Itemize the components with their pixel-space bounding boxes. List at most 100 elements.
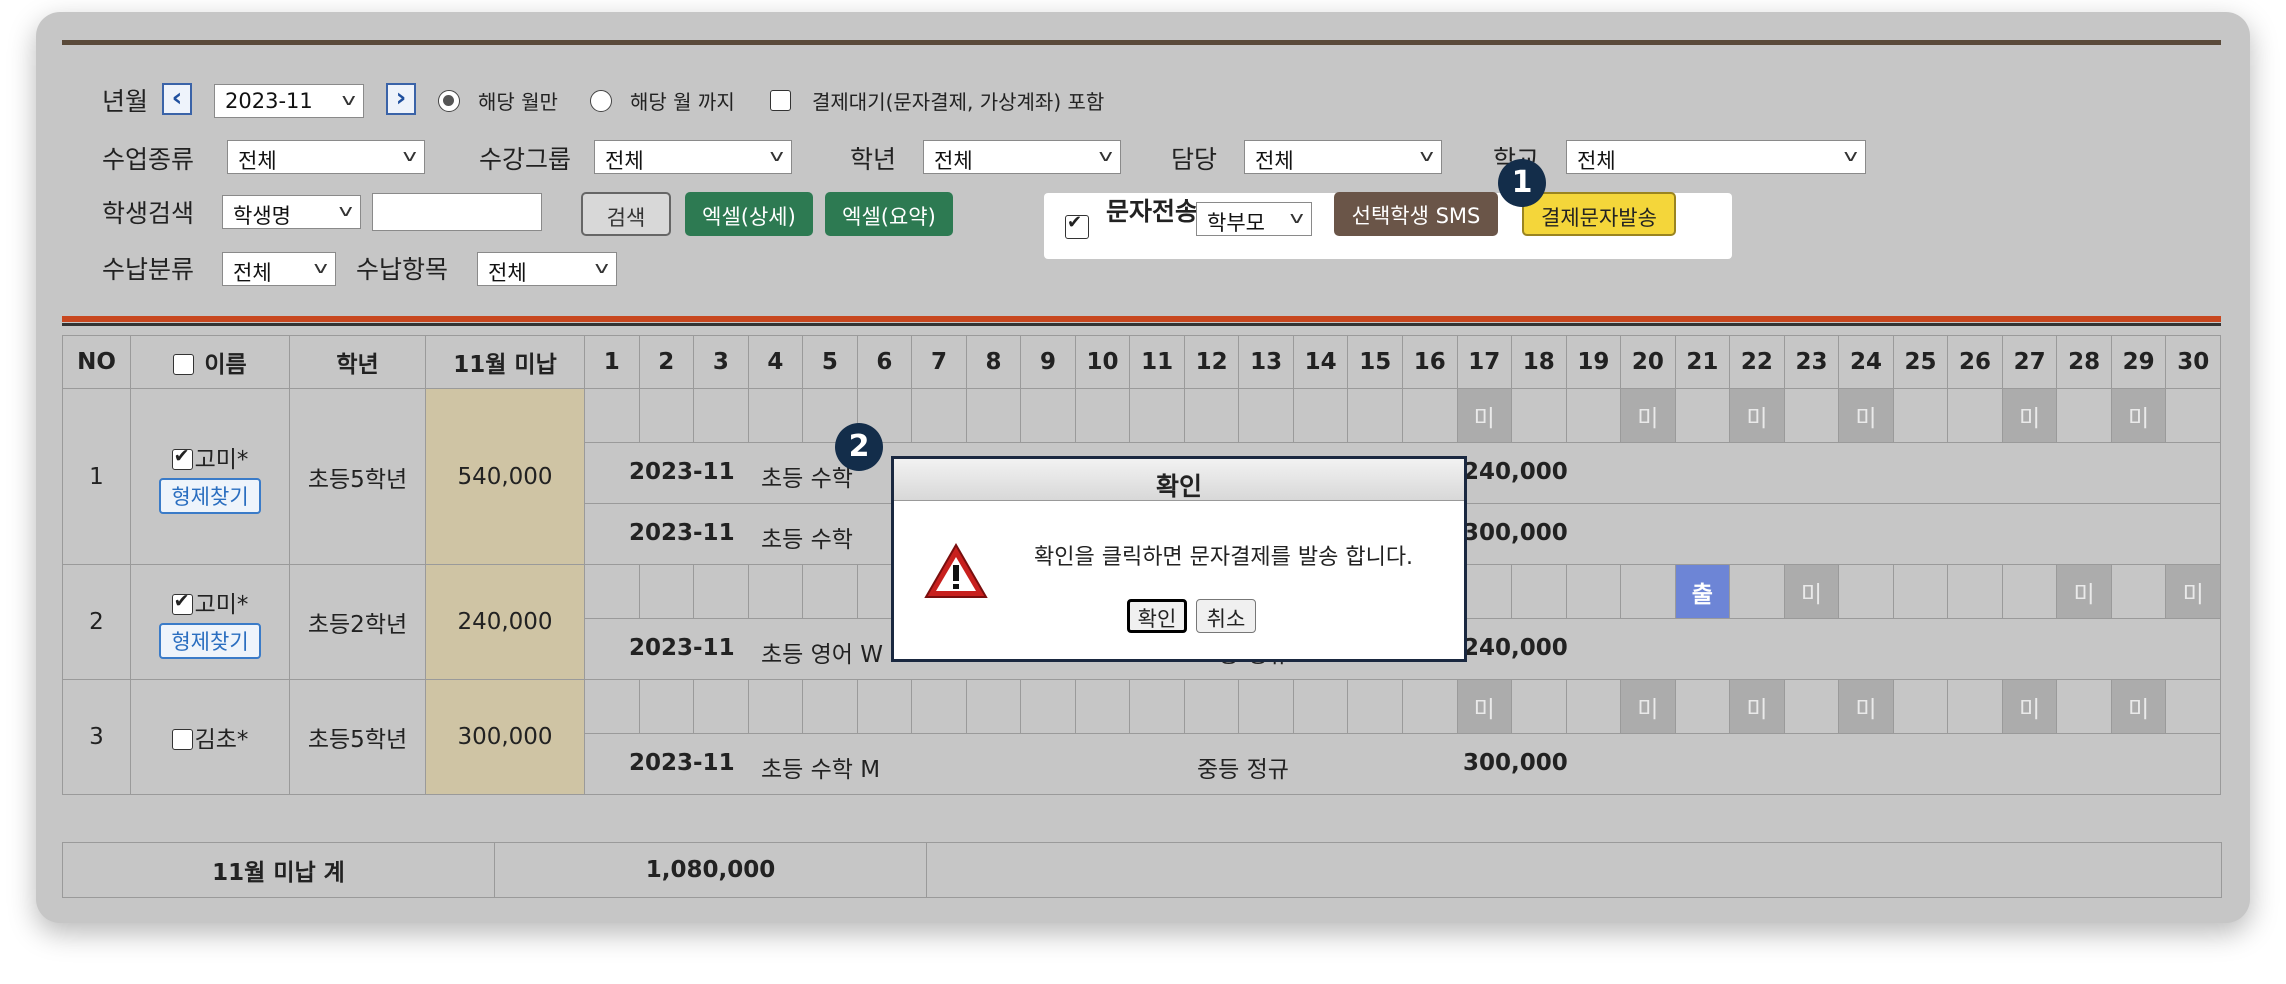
day-cell[interactable] xyxy=(1020,679,1076,734)
pending-checkbox[interactable] xyxy=(770,90,791,111)
day-status-cell[interactable]: 미 xyxy=(1838,679,1894,734)
dialog-ok-button[interactable]: 확인 xyxy=(1127,599,1187,633)
day-status-cell[interactable]: 미 xyxy=(1729,679,1785,734)
day-cell[interactable] xyxy=(1401,679,1458,734)
search-button[interactable]: 검색 xyxy=(581,192,671,236)
payment-item-select[interactable]: 전체 v xyxy=(477,252,617,286)
day-cell[interactable] xyxy=(1074,388,1131,443)
day-cell[interactable] xyxy=(1511,564,1567,619)
day-cell[interactable] xyxy=(2001,564,2058,619)
manager-select[interactable]: 전체 v xyxy=(1244,140,1442,174)
day-cell[interactable] xyxy=(1238,388,1294,443)
selected-student-sms-button[interactable]: 선택학생 SMS xyxy=(1334,192,1498,236)
group-select[interactable]: 전체 v xyxy=(594,140,792,174)
day-cell[interactable] xyxy=(2165,388,2221,443)
day-cell[interactable] xyxy=(1565,564,1622,619)
day-cell[interactable] xyxy=(1183,679,1240,734)
select-all-checkbox[interactable] xyxy=(173,354,195,375)
day-cell[interactable] xyxy=(1347,388,1403,443)
day-status-cell[interactable]: 미 xyxy=(1783,564,1840,619)
day-cell[interactable] xyxy=(2110,564,2167,619)
day-status-cell[interactable]: 미 xyxy=(1456,679,1513,734)
day-status-cell[interactable]: 미 xyxy=(1838,388,1894,443)
day-cell[interactable] xyxy=(747,388,804,443)
day-status-cell[interactable]: 미 xyxy=(2165,564,2221,619)
class-type-select[interactable]: 전체 v xyxy=(227,140,425,174)
day-cell[interactable] xyxy=(1947,679,2003,734)
sms-checkbox[interactable] xyxy=(1065,212,1089,239)
day-cell[interactable] xyxy=(1129,388,1185,443)
school-select[interactable]: 전체 v xyxy=(1566,140,1866,174)
search-type-select[interactable]: 학생명 v xyxy=(222,195,361,229)
day-cell[interactable] xyxy=(638,388,695,443)
excel-summary-button[interactable]: 엑셀(요약) xyxy=(825,192,953,236)
month-select[interactable]: 2023-11 v xyxy=(214,84,364,118)
day-cell[interactable] xyxy=(693,679,749,734)
day-cell[interactable] xyxy=(584,388,640,443)
day-status-cell[interactable]: 미 xyxy=(2056,564,2112,619)
day-cell[interactable] xyxy=(1565,679,1622,734)
day-status-cell[interactable]: 미 xyxy=(2001,679,2058,734)
dialog-cancel-button[interactable]: 취소 xyxy=(1196,599,1256,633)
row-checkbox[interactable] xyxy=(171,729,193,750)
day-cell[interactable] xyxy=(802,564,858,619)
day-cell[interactable] xyxy=(1783,388,1840,443)
day-cell[interactable] xyxy=(802,679,858,734)
day-cell[interactable] xyxy=(965,679,1022,734)
day-cell[interactable] xyxy=(1347,679,1403,734)
day-cell[interactable] xyxy=(1183,388,1240,443)
day-cell[interactable] xyxy=(1892,388,1949,443)
day-cell[interactable] xyxy=(584,679,640,734)
day-cell[interactable] xyxy=(747,564,804,619)
day-cell[interactable] xyxy=(693,388,749,443)
payment-category-select[interactable]: 전체 v xyxy=(222,252,336,286)
day-cell[interactable] xyxy=(1511,388,1567,443)
day-cell[interactable] xyxy=(2165,679,2221,734)
day-cell[interactable] xyxy=(1892,679,1949,734)
day-cell[interactable] xyxy=(965,388,1022,443)
day-cell[interactable] xyxy=(1238,679,1294,734)
day-cell[interactable] xyxy=(1565,388,1622,443)
day-cell[interactable] xyxy=(1620,564,1676,619)
day-cell[interactable] xyxy=(1674,679,1731,734)
day-cell[interactable] xyxy=(1783,679,1840,734)
day-cell[interactable] xyxy=(1074,679,1131,734)
day-cell[interactable] xyxy=(638,679,695,734)
radio-until-month[interactable] xyxy=(590,90,612,112)
day-status-cell[interactable]: 미 xyxy=(1620,679,1676,734)
day-cell[interactable] xyxy=(584,564,640,619)
radio-this-month[interactable] xyxy=(438,90,460,112)
day-cell[interactable] xyxy=(911,388,967,443)
find-siblings-button[interactable]: 형제찾기 xyxy=(159,477,261,514)
search-input[interactable] xyxy=(372,193,542,231)
day-cell[interactable] xyxy=(2056,388,2112,443)
day-cell[interactable] xyxy=(1947,388,2003,443)
find-siblings-button[interactable]: 형제찾기 xyxy=(159,623,261,659)
chevron-left-icon[interactable]: ‹ xyxy=(162,83,192,115)
day-cell[interactable] xyxy=(638,564,695,619)
day-cell[interactable] xyxy=(911,679,967,734)
day-cell[interactable] xyxy=(856,679,913,734)
day-status-cell[interactable]: 미 xyxy=(2110,679,2167,734)
day-status-cell[interactable]: 미 xyxy=(1729,388,1785,443)
grade-select[interactable]: 전체 v xyxy=(923,140,1121,174)
chevron-right-icon[interactable]: › xyxy=(386,83,416,115)
day-status-cell[interactable]: 미 xyxy=(2110,388,2167,443)
day-cell[interactable] xyxy=(1838,564,1894,619)
day-status-cell[interactable]: 미 xyxy=(1456,388,1513,443)
day-cell[interactable] xyxy=(693,564,749,619)
day-cell[interactable] xyxy=(1674,388,1731,443)
row-checkbox[interactable] xyxy=(171,590,193,615)
row-checkbox[interactable] xyxy=(171,445,193,470)
day-cell[interactable] xyxy=(2056,679,2112,734)
day-status-cell[interactable]: 출 xyxy=(1674,564,1731,619)
day-cell[interactable] xyxy=(1947,564,2003,619)
day-cell[interactable] xyxy=(1401,388,1458,443)
day-cell[interactable] xyxy=(1729,564,1785,619)
sms-recipient-select[interactable]: 학부모 v xyxy=(1196,202,1312,236)
payment-sms-button[interactable]: 결제문자발송 xyxy=(1522,192,1676,236)
day-status-cell[interactable]: 미 xyxy=(1620,388,1676,443)
day-cell[interactable] xyxy=(1292,679,1349,734)
day-cell[interactable] xyxy=(1020,388,1076,443)
excel-detail-button[interactable]: 엑셀(상세) xyxy=(685,192,813,236)
